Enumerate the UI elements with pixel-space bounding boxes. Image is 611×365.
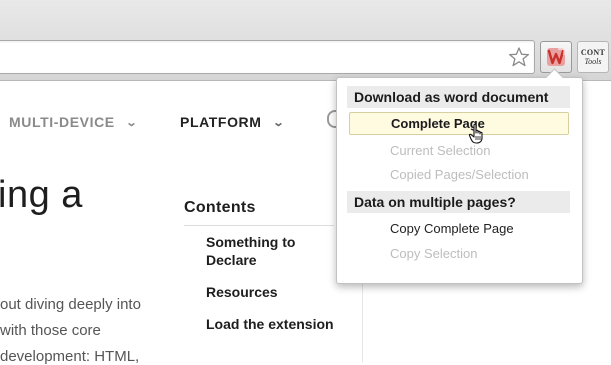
nav-multi-device[interactable]: MULTI-DEVICE ⌄ <box>9 114 137 130</box>
star-icon[interactable] <box>508 46 530 68</box>
menu-item-complete-page[interactable]: Complete Page <box>349 112 569 135</box>
word-extension-icon[interactable] <box>540 41 572 73</box>
body-text-line: development: HTML, <box>0 348 140 365</box>
nav-platform[interactable]: PLATFORM ⌄ <box>180 114 285 130</box>
toc-link-resources[interactable]: Resources <box>206 283 336 301</box>
chevron-down-icon: ⌄ <box>125 116 139 129</box>
toc-link-something-to-declare[interactable]: Something to Declare <box>206 233 336 269</box>
section-header-multiple-pages: Data on multiple pages? <box>347 191 570 213</box>
body-text-line: with those core <box>0 322 101 339</box>
nav-platform-label: PLATFORM <box>180 114 262 130</box>
divider <box>184 225 334 226</box>
contents-title: Contents <box>184 199 256 216</box>
menu-item-copied-pages-selection[interactable]: Copied Pages/Selection <box>390 167 529 183</box>
chevron-down-icon: ⌄ <box>272 116 285 129</box>
section-header-download: Download as word document <box>347 86 570 108</box>
divider <box>362 280 363 362</box>
tools-label-line2: Tools <box>584 57 602 66</box>
toc-link-load-the-extension[interactable]: Load the extension <box>206 315 336 333</box>
tools-label-line1: CONT <box>580 48 606 57</box>
menu-item-copy-complete-page[interactable]: Copy Complete Page <box>390 221 514 237</box>
body-text-line: out diving deeply into <box>0 296 141 313</box>
address-bar[interactable] <box>0 40 535 74</box>
menu-item-current-selection[interactable]: Current Selection <box>390 143 490 159</box>
tools-extension-icon[interactable]: CONT Tools <box>577 41 609 73</box>
page-headline: ing a <box>0 174 83 216</box>
menu-item-copy-selection[interactable]: Copy Selection <box>390 246 477 262</box>
nav-multi-device-label: MULTI-DEVICE <box>9 114 115 130</box>
